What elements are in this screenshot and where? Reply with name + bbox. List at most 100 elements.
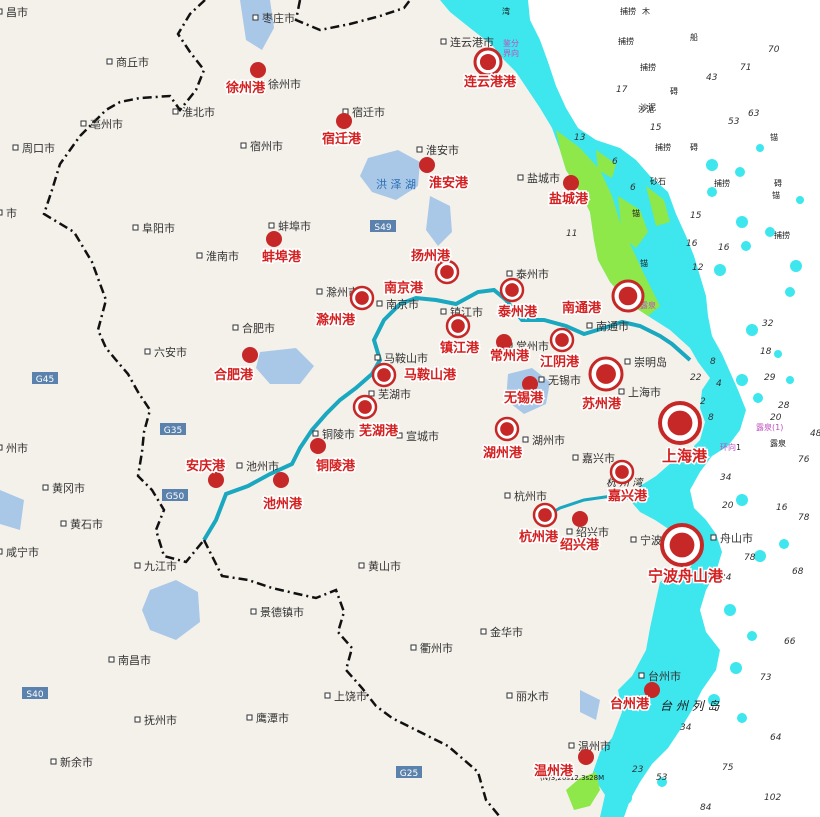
city-label: 昌市 <box>6 5 28 19</box>
svg-text:70: 70 <box>768 45 780 55</box>
port-maanshan-port[interactable]: 马鞍山港 <box>371 362 459 388</box>
port-label: 合肥港 <box>214 367 254 383</box>
highway-shield-s49: S49 <box>370 220 396 233</box>
highway-shield-g25: G25 <box>396 766 422 779</box>
svg-text:16: 16 <box>776 503 788 513</box>
port-core <box>669 532 695 558</box>
port-core <box>479 53 497 71</box>
port-core <box>355 291 369 305</box>
city-dot <box>250 608 257 615</box>
city-label: 衢州市 <box>420 641 453 655</box>
port-chuzhou-port[interactable]: 滁州港 <box>315 311 358 330</box>
svg-text:22: 22 <box>690 373 702 383</box>
city-dot <box>416 146 423 153</box>
city-label: 淮北市 <box>182 105 215 119</box>
svg-text:捕捞: 捕捞 <box>714 178 730 188</box>
city-dot <box>268 222 275 229</box>
sea-label-fenjie2: 界向 <box>503 48 519 58</box>
city-label: 湖州市 <box>532 433 565 447</box>
city-label: 泰州市 <box>516 267 549 281</box>
city-dot <box>324 692 331 699</box>
city-label: 铜陵市 <box>322 427 355 441</box>
port-label: 绍兴港 <box>560 537 600 553</box>
city-dot <box>0 444 3 451</box>
city-dot <box>440 38 447 45</box>
port-label: 南京港 <box>384 280 424 296</box>
svg-text:18: 18 <box>760 347 772 357</box>
svg-text:32: 32 <box>762 319 774 329</box>
port-label: 芜湖港 <box>359 423 399 439</box>
highway-shield-g50: G50 <box>162 489 188 502</box>
port-dot <box>336 113 352 129</box>
city-dot <box>252 14 259 21</box>
svg-text:11: 11 <box>566 229 577 239</box>
port-label: 嘉兴港 <box>607 488 648 504</box>
sea-label-bay: 湾 <box>502 6 510 16</box>
port-dot <box>496 334 512 350</box>
city-dot <box>506 270 513 277</box>
svg-text:73: 73 <box>760 673 772 683</box>
port-dot <box>310 438 326 454</box>
city-label: 上饶市 <box>334 689 367 703</box>
city-label: 南京市 <box>386 297 419 311</box>
svg-text:20: 20 <box>770 413 782 423</box>
svg-text:78: 78 <box>744 553 756 563</box>
city-dot <box>144 348 151 355</box>
city-label: 杭州市 <box>514 489 547 503</box>
port-label: 湖州港 <box>483 445 523 461</box>
svg-text:102: 102 <box>764 793 781 803</box>
port-label: 安庆港 <box>186 458 226 474</box>
city-dot <box>506 692 513 699</box>
svg-text:34: 34 <box>680 723 692 733</box>
svg-text:6: 6 <box>630 183 636 193</box>
port-label: 扬州港 <box>411 248 451 264</box>
port-label: 常州港 <box>490 348 530 364</box>
svg-text:78: 78 <box>798 513 810 523</box>
svg-text:G45: G45 <box>36 375 54 385</box>
svg-text:12: 12 <box>692 263 704 273</box>
port-label: 南通港 <box>562 300 602 316</box>
city-dot <box>368 390 375 397</box>
svg-text:环向: 环向 <box>720 442 736 452</box>
svg-text:71: 71 <box>740 63 751 73</box>
port-core <box>377 368 391 382</box>
city-dot <box>0 8 3 15</box>
port-dot <box>266 231 282 247</box>
svg-text:16: 16 <box>686 239 698 249</box>
city-label: 马鞍山市 <box>384 351 428 365</box>
city-dot <box>108 656 115 663</box>
city-dot <box>374 354 381 361</box>
city-label: 周口市 <box>22 141 55 155</box>
city-label: 黄石市 <box>70 517 103 531</box>
port-label: 无锡港 <box>503 390 544 406</box>
sea-label-zhoushan-isles: 台 州 列 岛 <box>660 699 720 713</box>
city-dot <box>410 644 417 651</box>
svg-text:G50: G50 <box>166 492 185 502</box>
highway-shield-s40: S40 <box>22 687 48 700</box>
svg-text:G35: G35 <box>164 426 182 436</box>
city-dot <box>522 436 529 443</box>
svg-text:8: 8 <box>710 357 716 367</box>
svg-text:23: 23 <box>632 765 644 775</box>
port-dot <box>563 175 579 191</box>
city-label: 盐城市 <box>527 171 560 185</box>
port-label: 宿迁港 <box>322 131 362 147</box>
svg-text:1: 1 <box>736 443 741 452</box>
svg-text:锚: 锚 <box>640 258 648 268</box>
svg-text:43: 43 <box>706 73 718 83</box>
city-dot <box>624 358 631 365</box>
svg-text:船: 船 <box>690 32 698 42</box>
city-label: 六安市 <box>154 345 187 359</box>
city-dot <box>50 758 57 765</box>
city-dot <box>358 562 365 569</box>
port-label: 宁波舟山港 <box>648 567 724 585</box>
svg-text:53: 53 <box>728 117 740 127</box>
city-label: 崇明岛 <box>634 355 667 369</box>
city-label: 宣城市 <box>406 429 439 443</box>
port-label: 盐城港 <box>549 191 589 207</box>
port-label: 上海港 <box>662 447 708 465</box>
city-dot <box>0 548 3 555</box>
port-label: 温州港 <box>534 763 574 779</box>
svg-text:28: 28 <box>778 401 790 411</box>
city-dot <box>440 308 447 315</box>
